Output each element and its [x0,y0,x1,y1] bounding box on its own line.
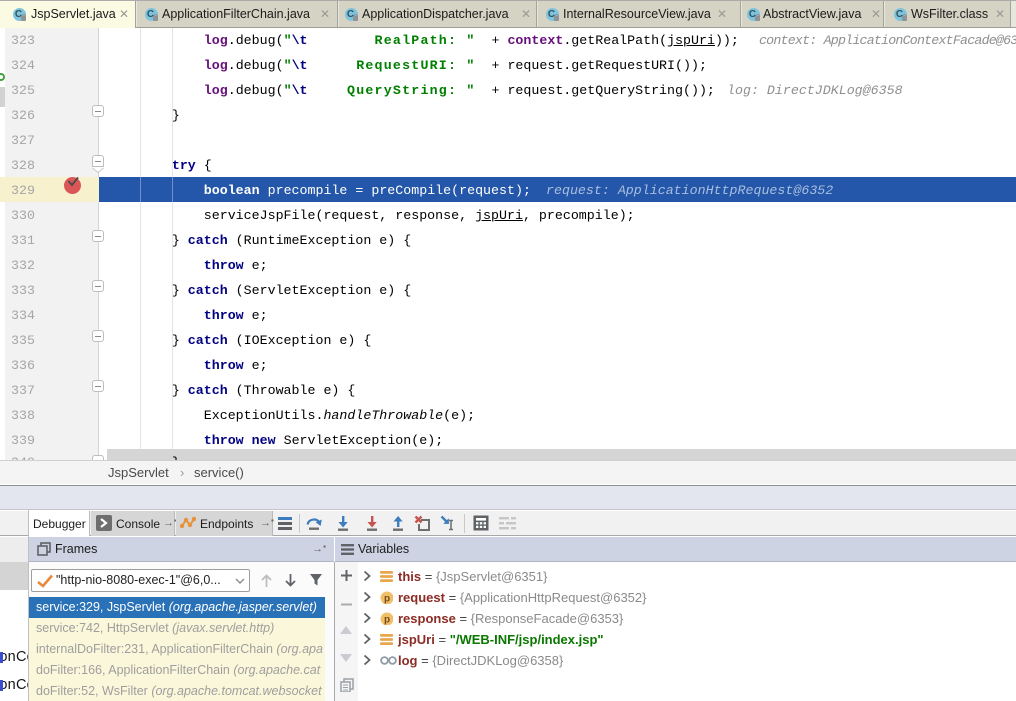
svg-text:p: p [384,615,390,626]
svg-text:p: p [384,594,390,605]
